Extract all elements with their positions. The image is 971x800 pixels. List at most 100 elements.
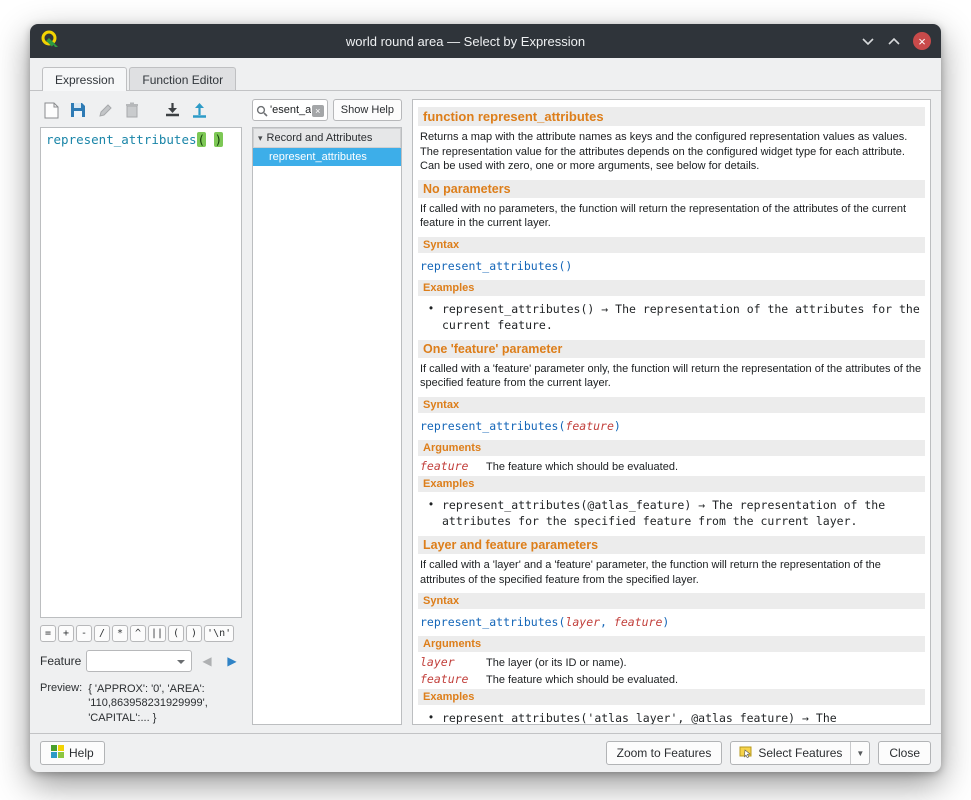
operator-open-paren-button[interactable]: ( bbox=[168, 625, 184, 642]
syntax-code: represent_attributes(feature) bbox=[420, 419, 923, 433]
function-help-panel[interactable]: function represent_attributes Returns a … bbox=[412, 99, 931, 725]
tab-expression[interactable]: Expression bbox=[42, 67, 127, 91]
feature-row: Feature ◀ ▶ bbox=[40, 650, 242, 672]
tab-function-editor[interactable]: Function Editor bbox=[129, 67, 236, 91]
example-arrow: → bbox=[698, 498, 705, 512]
examples-label: Examples bbox=[418, 280, 925, 296]
tree-item-represent-attributes[interactable]: represent_attributes bbox=[253, 148, 401, 166]
expression-function-token: represent_attributes bbox=[46, 132, 197, 147]
syntax-label: Syntax bbox=[418, 237, 925, 253]
operator-buttons: = + - / * ^ || ( ) '\n' bbox=[40, 625, 242, 642]
open-paren-token: ( bbox=[197, 132, 207, 147]
operator-close-paren-button[interactable]: ) bbox=[186, 625, 202, 642]
desktop-background: world round area — Select by Expression … bbox=[0, 0, 971, 800]
section-body: If called with a 'layer' and a 'feature'… bbox=[420, 558, 923, 587]
example-arrow: → bbox=[802, 711, 809, 725]
syntax-function-name: represent_attributes bbox=[420, 615, 558, 629]
select-features-icon bbox=[739, 745, 753, 762]
zoom-to-features-label: Zoom to Features bbox=[617, 746, 712, 760]
dialog-content: represent_attributes( ) = + - / * ^ || (… bbox=[30, 90, 941, 733]
import-expression-button[interactable] bbox=[161, 99, 183, 121]
argument-description: The feature which should be evaluated. bbox=[486, 461, 678, 473]
next-feature-button[interactable]: ▶ bbox=[222, 651, 242, 671]
help-icon bbox=[51, 745, 64, 761]
argument-row: feature The feature which should be eval… bbox=[420, 672, 923, 686]
syntax-close-paren: ) bbox=[614, 419, 621, 433]
syntax-close-paren: ) bbox=[662, 615, 669, 629]
close-button[interactable]: Close bbox=[878, 741, 931, 765]
syntax-function-name: represent_attributes bbox=[420, 419, 558, 433]
edit-expression-button[interactable] bbox=[94, 99, 116, 121]
preview-label: Preview: bbox=[40, 682, 82, 725]
help-title: function represent_attributes bbox=[418, 107, 925, 126]
tab-bar: Expression Function Editor bbox=[30, 58, 941, 90]
syntax-label: Syntax bbox=[418, 593, 925, 609]
section-heading: One 'feature' parameter bbox=[418, 340, 925, 358]
search-box: × bbox=[252, 99, 328, 121]
operator-newline-button[interactable]: '\n' bbox=[204, 625, 234, 642]
feature-combobox[interactable] bbox=[86, 650, 192, 672]
new-expression-button[interactable] bbox=[40, 99, 62, 121]
syntax-code: represent_attributes(layer, feature) bbox=[420, 615, 923, 629]
select-features-dropdown-icon[interactable]: ▼ bbox=[850, 742, 869, 764]
example-code: represent_attributes('atlas_layer', @atl… bbox=[442, 711, 795, 725]
syntax-label: Syntax bbox=[418, 397, 925, 413]
operator-multiply-button[interactable]: * bbox=[112, 625, 128, 642]
tree-expander-icon[interactable]: ▾ bbox=[258, 133, 263, 144]
close-button-label: Close bbox=[889, 746, 920, 760]
operator-plus-button[interactable]: + bbox=[58, 625, 74, 642]
unshade-icon[interactable] bbox=[887, 34, 901, 48]
arguments-label: Arguments bbox=[418, 440, 925, 456]
syntax-arg-feature: feature bbox=[565, 419, 613, 433]
help-button[interactable]: Help bbox=[40, 741, 105, 765]
close-icon[interactable]: × bbox=[913, 32, 931, 50]
tree-group-record-and-attributes[interactable]: ▾ Record and Attributes bbox=[253, 128, 401, 148]
operator-minus-button[interactable]: - bbox=[76, 625, 92, 642]
clear-search-icon[interactable]: × bbox=[312, 105, 324, 117]
argument-row: feature The feature which should be eval… bbox=[420, 459, 923, 473]
examples-label: Examples bbox=[418, 689, 925, 705]
expression-panel: represent_attributes( ) = + - / * ^ || (… bbox=[40, 99, 242, 725]
argument-row: layer The layer (or its ID or name). bbox=[420, 655, 923, 669]
window-title: world round area — Select by Expression bbox=[90, 34, 841, 49]
syntax-parens: () bbox=[558, 259, 572, 273]
select-features-button[interactable]: Select Features bbox=[731, 742, 850, 764]
examples-label: Examples bbox=[418, 476, 925, 492]
preview-row: Preview: { 'APPROX': '0', 'AREA': '110,8… bbox=[40, 682, 242, 725]
save-expression-button[interactable] bbox=[67, 99, 89, 121]
help-button-label: Help bbox=[69, 746, 94, 760]
function-help-content: function represent_attributes Returns a … bbox=[413, 100, 930, 725]
dialog-footer: Help Zoom to Features Select Features ▼ bbox=[30, 733, 941, 772]
function-tree[interactable]: ▾ Record and Attributes represent_attrib… bbox=[252, 127, 402, 725]
section-heading: Layer and feature parameters bbox=[418, 536, 925, 554]
section-heading: No parameters bbox=[418, 180, 925, 198]
operator-power-button[interactable]: ^ bbox=[130, 625, 146, 642]
close-paren-token: ) bbox=[214, 132, 224, 147]
previous-feature-button[interactable]: ◀ bbox=[197, 651, 217, 671]
operator-concat-button[interactable]: || bbox=[148, 625, 166, 642]
export-expression-button[interactable] bbox=[188, 99, 210, 121]
arguments-label: Arguments bbox=[418, 636, 925, 652]
function-list-panel: × Show Help ▾ Record and Attributes repr… bbox=[252, 99, 402, 725]
example-item: represent_attributes() → The representat… bbox=[442, 301, 923, 333]
operator-equals-button[interactable]: = bbox=[40, 625, 56, 642]
titlebar[interactable]: world round area — Select by Expression … bbox=[30, 24, 941, 58]
delete-expression-button[interactable] bbox=[121, 99, 143, 121]
zoom-to-features-button[interactable]: Zoom to Features bbox=[606, 741, 723, 765]
section-body: If called with no parameters, the functi… bbox=[420, 202, 923, 231]
expression-editor[interactable]: represent_attributes( ) bbox=[40, 127, 242, 618]
section-body: If called with a 'feature' parameter onl… bbox=[420, 362, 923, 391]
operator-divide-button[interactable]: / bbox=[94, 625, 110, 642]
show-help-button[interactable]: Show Help bbox=[333, 99, 402, 121]
example-code: represent_attributes() bbox=[442, 302, 594, 316]
feature-label: Feature bbox=[40, 654, 81, 668]
select-features-split-button: Select Features ▼ bbox=[730, 741, 870, 765]
select-features-label: Select Features bbox=[758, 746, 842, 760]
syntax-arg-layer: layer bbox=[565, 615, 600, 629]
argument-description: The feature which should be evaluated. bbox=[486, 674, 678, 686]
example-arrow: → bbox=[601, 302, 608, 316]
shade-icon[interactable] bbox=[861, 34, 875, 48]
argument-name: feature bbox=[420, 672, 472, 686]
qgis-logo-icon bbox=[40, 29, 60, 54]
syntax-code: represent_attributes() bbox=[420, 259, 923, 273]
